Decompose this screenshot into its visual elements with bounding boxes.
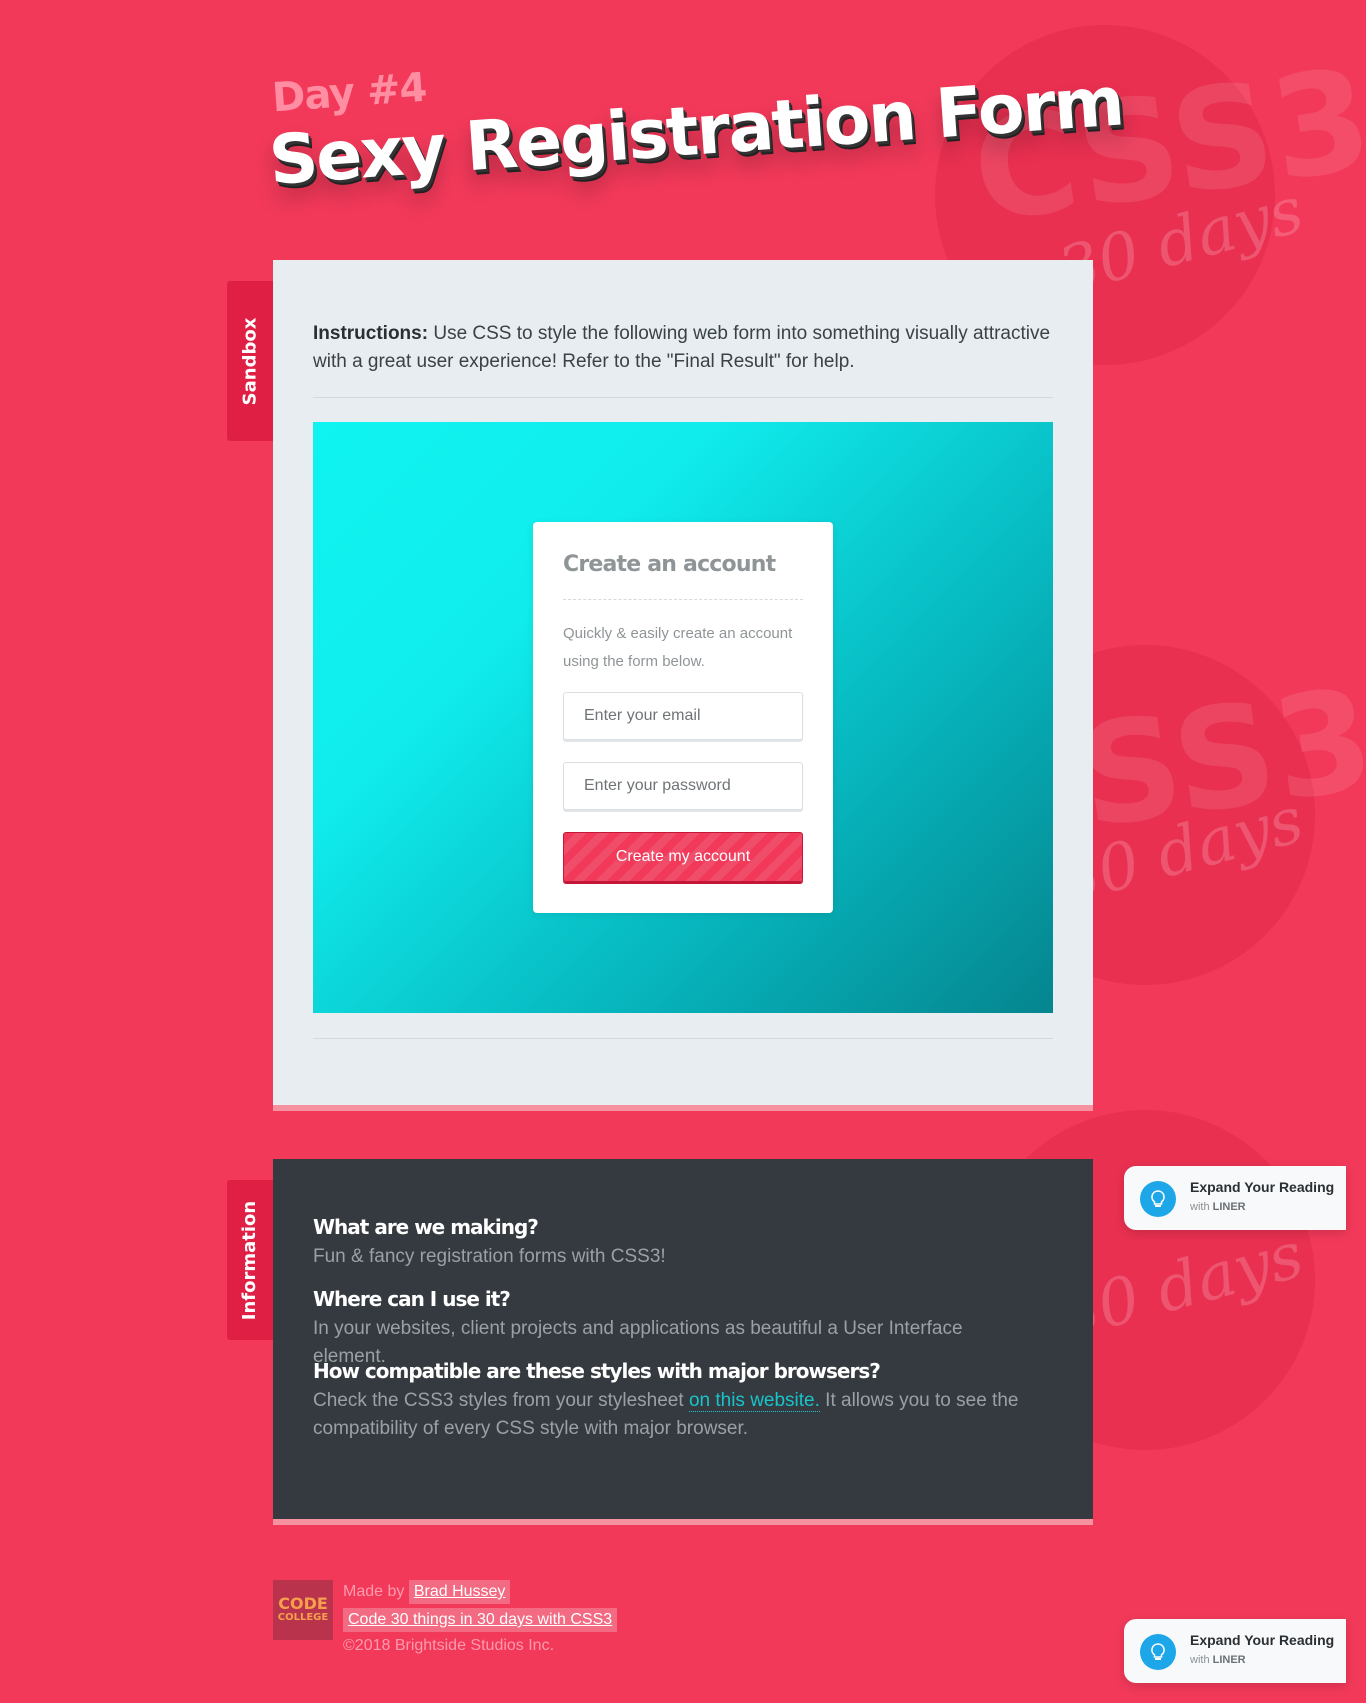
- faq-question: Where can I use it?: [313, 1287, 511, 1311]
- liner-title: Expand Your Reading: [1190, 1179, 1335, 1195]
- logo-text: COLLEGE: [277, 1612, 329, 1623]
- lightbulb-icon: [1140, 1634, 1176, 1670]
- author-link[interactable]: Brad Hussey: [408, 1580, 511, 1604]
- course-link[interactable]: Code 30 things in 30 days with CSS3: [343, 1608, 618, 1632]
- demo-stage: Create an account Quickly & easily creat…: [313, 422, 1053, 1013]
- compatibility-link[interactable]: on this website.: [688, 1390, 820, 1412]
- form-title: Create an account: [563, 552, 776, 577]
- sandbox-tab-label: Sandbox: [239, 317, 261, 405]
- liner-title: Expand Your Reading: [1190, 1632, 1335, 1648]
- create-account-button[interactable]: Create my account: [563, 832, 803, 882]
- made-by: Made by Brad Hussey: [343, 1580, 511, 1604]
- faq-question: What are we making?: [313, 1215, 539, 1239]
- course-line: Code 30 things in 30 days with CSS3: [343, 1608, 618, 1632]
- divider: [313, 397, 1053, 398]
- logo-text: CODE: [278, 1594, 328, 1613]
- faq-answer: Check the CSS3 styles from your styleshe…: [313, 1387, 1033, 1443]
- liner-subtitle: with LINER: [1190, 1654, 1246, 1666]
- password-field[interactable]: [563, 762, 803, 810]
- faq-question: How compatible are these styles with maj…: [313, 1359, 881, 1383]
- sandbox-tab[interactable]: Sandbox: [227, 281, 273, 441]
- liner-widget[interactable]: Expand Your Reading with LINER: [1124, 1619, 1346, 1683]
- faq-answer-text: Check the CSS3 styles from your styleshe…: [313, 1390, 689, 1411]
- sandbox-panel: Instructions: Use CSS to style the follo…: [273, 260, 1093, 1105]
- instructions-label: Instructions:: [313, 323, 429, 344]
- form-description: Quickly & easily create an account using…: [563, 625, 793, 670]
- instructions: Instructions: Use CSS to style the follo…: [313, 320, 1053, 376]
- information-panel: What are we making? Fun & fancy registra…: [273, 1159, 1093, 1519]
- divider: [313, 1038, 1053, 1039]
- email-field[interactable]: [563, 692, 803, 740]
- faq-answer: Fun & fancy registration forms with CSS3…: [313, 1246, 666, 1267]
- code-college-logo[interactable]: CODE COLLEGE: [273, 1580, 333, 1640]
- registration-form: Create an account Quickly & easily creat…: [533, 522, 833, 913]
- made-by-label: Made by: [343, 1583, 405, 1600]
- form-divider: [563, 599, 803, 600]
- liner-widget[interactable]: Expand Your Reading with LINER: [1124, 1166, 1346, 1230]
- information-tab-label: Information: [239, 1200, 261, 1320]
- lightbulb-icon: [1140, 1181, 1176, 1217]
- copyright: ©2018 Brightside Studios Inc.: [343, 1637, 555, 1654]
- liner-subtitle: with LINER: [1190, 1201, 1246, 1213]
- information-tab[interactable]: Information: [227, 1180, 273, 1340]
